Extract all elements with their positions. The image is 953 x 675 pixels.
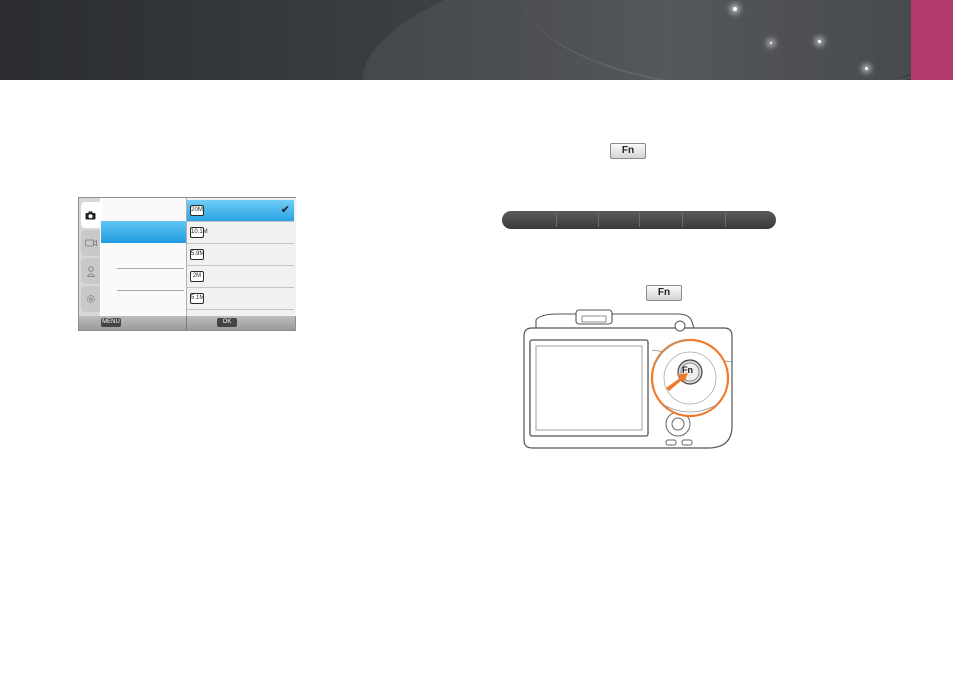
banner-sparkle (770, 42, 772, 44)
lcd-bottom-bar: MENU OK (79, 316, 295, 330)
fn-button-icon: Fn (610, 143, 646, 159)
lcd-menu-column (101, 198, 186, 316)
camera-icon[interactable] (81, 202, 100, 228)
camera-lcd-menu: 20M ✔ 10.1M 5.9M 2M 5.1M MENU OK (78, 197, 296, 331)
banner-sparkle (818, 40, 821, 43)
resolution-icon: 5.9M (190, 249, 204, 260)
settings-icon[interactable] (81, 286, 100, 312)
resolution-icon: 2M (190, 271, 204, 282)
check-icon: ✔ (280, 204, 290, 216)
header-banner (0, 0, 953, 80)
camera-illustration: Fn (518, 308, 740, 456)
chapter-tab (911, 0, 953, 80)
menu-button[interactable]: MENU (101, 318, 121, 327)
resolution-option[interactable]: 5.9M (187, 244, 294, 266)
option-bar-divider (556, 213, 557, 227)
resolution-option[interactable]: 5.1M (187, 288, 294, 310)
lcd-menu-selected-item[interactable] (101, 221, 186, 243)
option-bar-divider (725, 213, 726, 227)
lcd-menu-divider (117, 268, 184, 269)
option-bar-divider (682, 213, 683, 227)
bottom-divider (186, 316, 187, 330)
option-bar (502, 211, 776, 229)
resolution-option[interactable]: 2M (187, 266, 294, 288)
lcd-menu-divider (117, 290, 184, 291)
user-icon[interactable] (81, 258, 100, 284)
camera-fn-label: Fn (682, 365, 693, 375)
resolution-icon: 10.1M (190, 227, 208, 238)
ok-button[interactable]: OK (217, 318, 237, 327)
option-bar-divider (639, 213, 640, 227)
banner-sparkle (733, 7, 737, 11)
fn-button-icon: Fn (646, 285, 682, 301)
resolution-option[interactable]: 20M ✔ (187, 200, 294, 222)
video-icon[interactable] (81, 230, 100, 256)
resolution-icon: 5.1M (190, 293, 204, 304)
resolution-icon: 20M (190, 205, 204, 216)
resolution-option[interactable]: 10.1M (187, 222, 294, 244)
option-bar-divider (598, 213, 599, 227)
banner-sparkle (865, 67, 868, 70)
